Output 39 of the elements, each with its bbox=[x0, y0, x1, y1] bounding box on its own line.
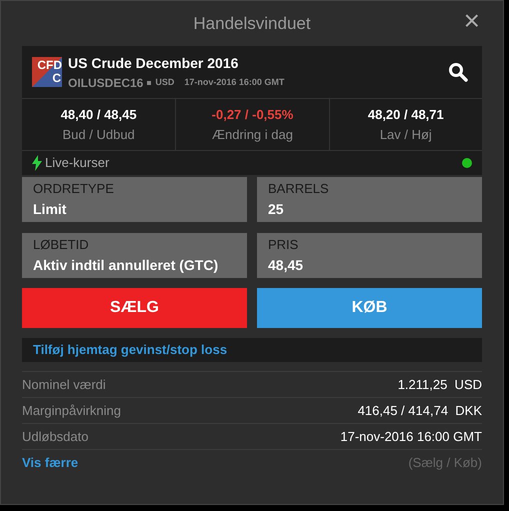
order-field[interactable]: BARRELS 25 bbox=[257, 177, 482, 222]
close-button[interactable]: × bbox=[464, 7, 480, 35]
field-label: PRIS bbox=[268, 236, 300, 254]
field-value: Limit bbox=[33, 200, 68, 219]
field-value: Aktiv indtil annulleret (GTC) bbox=[33, 256, 220, 275]
search-icon[interactable] bbox=[448, 62, 468, 82]
quote-value: 48,20 / 48,71 bbox=[368, 106, 444, 124]
buy-button[interactable]: KØB bbox=[257, 288, 482, 328]
order-field[interactable]: ORDRETYPE Limit bbox=[22, 177, 247, 222]
logo-text: C bbox=[52, 72, 62, 85]
lightning-icon bbox=[32, 155, 42, 171]
field-label: LØBETID bbox=[33, 236, 90, 254]
field-label: ORDRETYPE bbox=[33, 180, 115, 198]
order-field[interactable]: PRIS 48,45 bbox=[257, 233, 482, 278]
instrument-expiry: 17-nov-2016 16:00 GMT bbox=[184, 76, 284, 89]
quote-value: 48,40 / 48,45 bbox=[60, 106, 137, 124]
quote-label: Ændring i dag bbox=[212, 126, 293, 144]
show-less-link[interactable]: Vis færre bbox=[22, 452, 78, 472]
instrument-symbol: OILUSDEC16 bbox=[68, 74, 144, 92]
detail-value: 1.211,25 USD bbox=[398, 376, 482, 394]
field-label: BARRELS bbox=[268, 180, 330, 198]
quote-label: Bud / Udbud bbox=[62, 126, 135, 144]
instrument-currency: USD bbox=[155, 76, 174, 89]
detail-label: Nominel værdi bbox=[22, 376, 106, 394]
sell-button[interactable]: SÆLG bbox=[22, 288, 247, 328]
quote-label: Lav / Høj bbox=[380, 126, 432, 144]
detail-label: Udløbsdato bbox=[22, 428, 88, 446]
stop-loss-link[interactable]: Tilføj hjemtag gevinst/stop loss bbox=[33, 340, 228, 360]
field-value: 48,45 bbox=[268, 256, 304, 275]
window-title: Handelsvinduet bbox=[193, 12, 311, 35]
field-value: 25 bbox=[268, 200, 285, 219]
order-field[interactable]: LØBETID Aktiv indtil annulleret (GTC) bbox=[22, 233, 247, 278]
detail-value: 416,45 / 414,74 DKK bbox=[358, 402, 482, 420]
detail-label: Marginpåvirkning bbox=[22, 402, 121, 420]
live-prices-label: Live-kurser bbox=[45, 154, 110, 172]
quote-value: -0,27 / -0,55% bbox=[212, 106, 294, 124]
instrument-name: US Crude December 2016 bbox=[68, 54, 240, 72]
footer-note: (Sælg / Køb) bbox=[408, 454, 482, 472]
detail-value: 17-nov-2016 16:00 GMT bbox=[340, 428, 482, 446]
